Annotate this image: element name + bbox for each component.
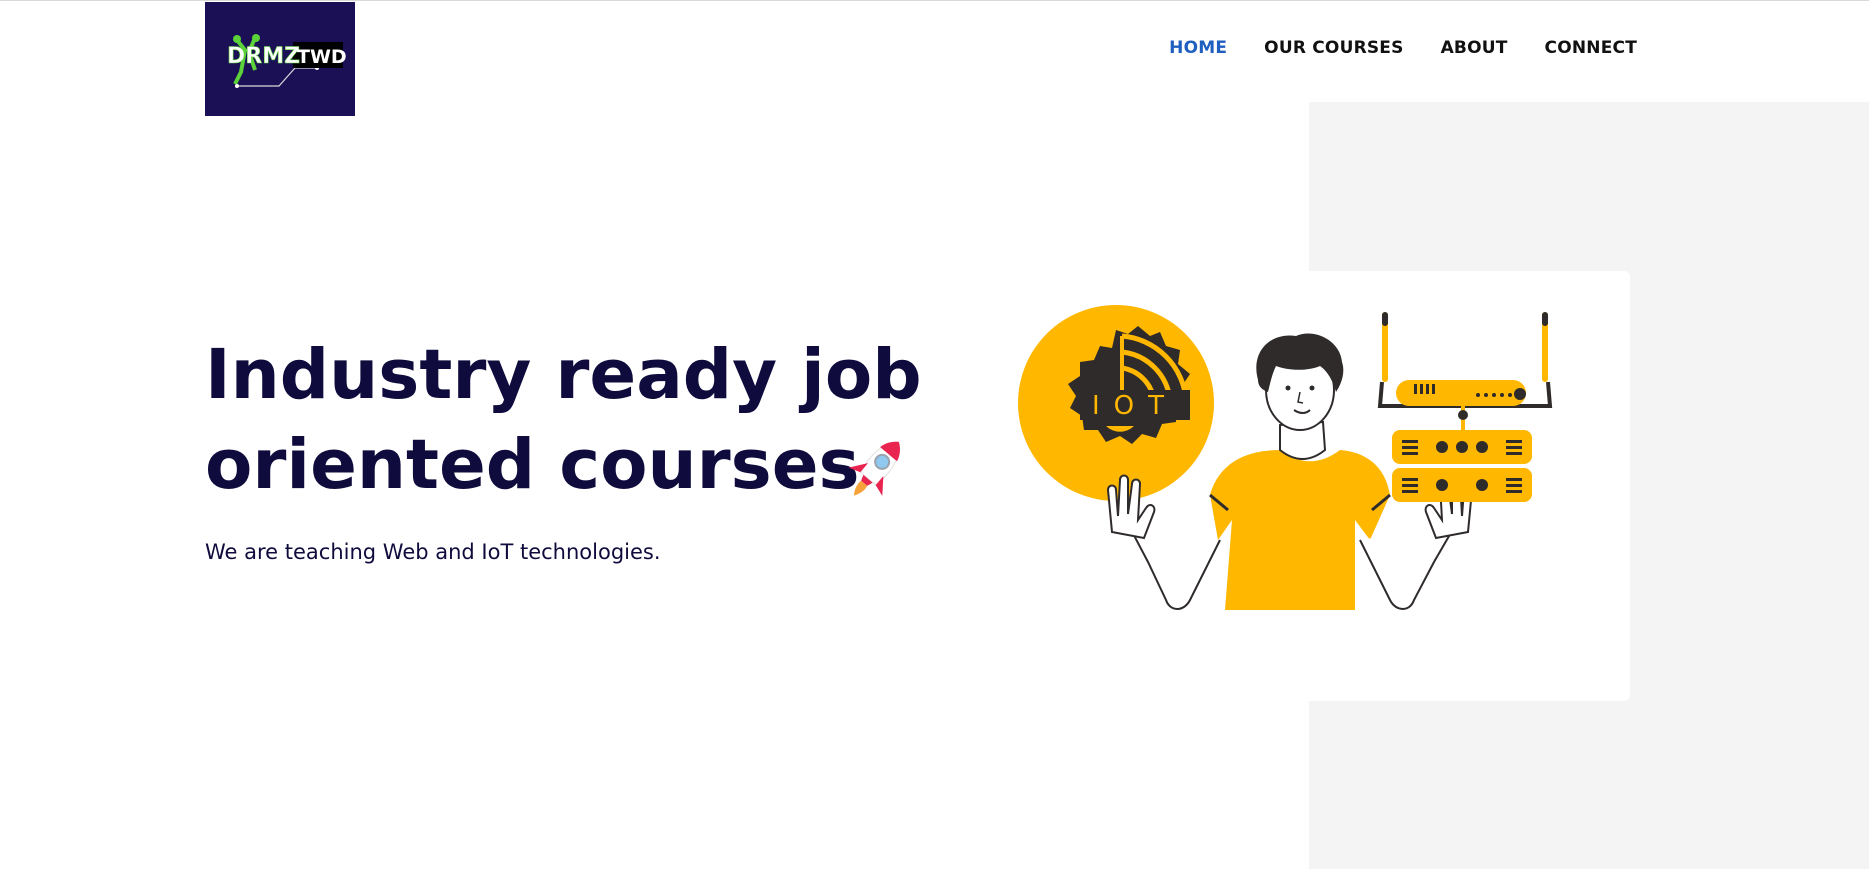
hero-subtitle: We are teaching Web and IoT technologies… <box>205 540 661 564</box>
top-border <box>0 0 1869 1</box>
logo-text-left: DRMZ <box>227 44 300 69</box>
main-nav: HOME OUR COURSES ABOUT CONNECT <box>1132 38 1637 58</box>
person-shirt <box>1210 450 1390 610</box>
nav-about[interactable]: ABOUT <box>1441 38 1508 58</box>
nav-connect[interactable]: CONNECT <box>1545 38 1637 58</box>
router-icon <box>1377 312 1553 408</box>
server-icon <box>1392 406 1532 502</box>
iot-label: IOT <box>1092 391 1178 421</box>
rocket-icon <box>848 441 900 496</box>
hero-title-line-1: Industry ready job <box>205 335 922 415</box>
site-logo[interactable]: DRMZ TWD <box>205 2 355 116</box>
iot-illustration: IOT <box>1018 305 1553 610</box>
nav-home[interactable]: HOME <box>1169 38 1227 58</box>
logo-graphic: DRMZ TWD <box>227 34 347 88</box>
logo-text-right: TWD <box>297 46 347 68</box>
nav-our-courses[interactable]: OUR COURSES <box>1264 38 1403 58</box>
